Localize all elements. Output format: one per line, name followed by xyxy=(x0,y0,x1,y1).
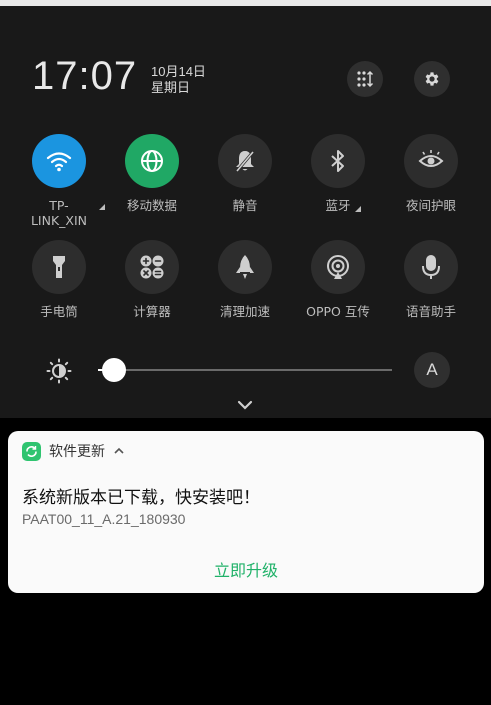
brightness-slider-thumb[interactable] xyxy=(102,358,126,382)
date-block: 10月14日 星期日 xyxy=(151,64,206,96)
tile-label-wifi: TP- LINK_XIN xyxy=(30,198,88,228)
tile-label-silent: 静音 xyxy=(232,198,258,213)
tile-mobile-data[interactable]: 移动数据 xyxy=(117,134,187,213)
date: 10月14日 xyxy=(151,64,206,79)
weekday: 星期日 xyxy=(151,80,191,95)
notification-app-name: 软件更新 xyxy=(49,444,105,460)
collapse-panel-button[interactable] xyxy=(236,396,254,415)
wifi-expand-indicator xyxy=(99,204,105,210)
calculator-toggle[interactable] xyxy=(125,240,179,294)
brightness-icon xyxy=(46,358,72,388)
tile-label-oppo-share: OPPO 互传 xyxy=(306,304,370,319)
share-icon xyxy=(327,255,349,279)
flashlight-icon xyxy=(53,256,65,278)
notification-subtitle: PAAT00_11_A.21_180930 xyxy=(22,511,186,527)
tile-label-night-mode: 夜间护眼 xyxy=(405,198,456,213)
wifi-toggle[interactable] xyxy=(32,134,86,188)
auto-brightness-label: A xyxy=(426,360,438,379)
night-mode-toggle[interactable] xyxy=(404,134,458,188)
software-update-app-icon xyxy=(22,441,41,461)
edit-tiles-button[interactable] xyxy=(347,61,383,97)
silent-toggle[interactable] xyxy=(218,134,272,188)
brightness-slider-track[interactable] xyxy=(98,369,392,371)
tile-bluetooth[interactable]: 蓝牙 xyxy=(303,134,373,213)
globe-icon xyxy=(141,150,163,172)
tile-cleanup[interactable]: 清理加速 xyxy=(210,240,280,319)
gear-icon xyxy=(425,72,439,86)
oppo-share-toggle[interactable] xyxy=(311,240,365,294)
tile-wifi[interactable]: TP- LINK_XIN xyxy=(24,134,94,228)
eye-icon xyxy=(418,150,444,167)
bluetooth-icon xyxy=(331,150,344,172)
tile-label-cleanup: 清理加速 xyxy=(219,304,270,319)
tile-voice-assistant[interactable]: 语音助手 xyxy=(396,240,466,319)
cleanup-toggle[interactable] xyxy=(218,240,272,294)
tile-calculator[interactable]: 计算器 xyxy=(117,240,187,319)
microphone-icon xyxy=(422,255,440,279)
tile-label-calculator: 计算器 xyxy=(133,304,171,319)
notification-app-header: 软件更新 xyxy=(22,441,125,461)
tile-label-voice-assistant: 语音助手 xyxy=(405,304,456,319)
bluetooth-toggle[interactable] xyxy=(311,134,365,188)
upgrade-now-button[interactable]: 立即升级 xyxy=(8,557,484,581)
voice-assistant-toggle[interactable] xyxy=(404,240,458,294)
grid-sort-icon xyxy=(357,70,374,88)
flashlight-toggle[interactable] xyxy=(32,240,86,294)
tile-label-bluetooth: 蓝牙 xyxy=(325,198,351,213)
notification-title: 系统新版本已下载，快安装吧！ xyxy=(22,488,260,508)
tile-silent[interactable]: 静音 xyxy=(210,134,280,213)
auto-brightness-button[interactable]: A xyxy=(414,352,450,388)
bluetooth-expand-indicator xyxy=(355,206,361,212)
calculator-icon xyxy=(140,255,164,279)
settings-button[interactable] xyxy=(414,61,450,97)
clock: 17:07 xyxy=(32,54,138,98)
tile-flashlight[interactable]: 手电筒 xyxy=(24,240,94,319)
chevron-up-icon[interactable] xyxy=(113,447,125,455)
tile-oppo-share[interactable]: OPPO 互传 xyxy=(303,240,373,319)
bell-off-icon xyxy=(235,151,255,172)
rocket-icon xyxy=(236,255,254,279)
chevron-down-icon xyxy=(237,400,253,410)
tile-night-mode[interactable]: 夜间护眼 xyxy=(396,134,466,213)
wifi-icon xyxy=(46,152,72,172)
tile-label-mobile-data: 移动数据 xyxy=(126,198,177,213)
notification-card[interactable]: 软件更新 系统新版本已下载，快安装吧！ PAAT00_11_A.21_18093… xyxy=(8,431,484,593)
mobile-data-toggle[interactable] xyxy=(125,134,179,188)
tile-label-flashlight: 手电筒 xyxy=(40,304,78,319)
